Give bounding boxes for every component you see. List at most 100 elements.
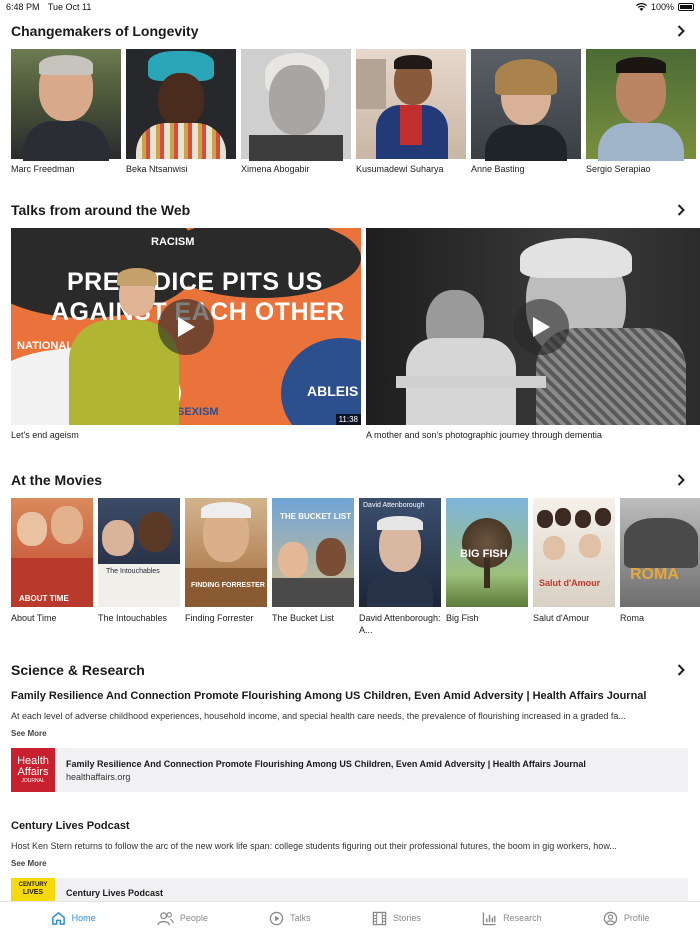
movie-title: The Bucket List: [272, 613, 335, 623]
movie-card[interactable]: David Attenborough David Attenborough: A…: [359, 498, 441, 636]
tab-stories[interactable]: Stories: [372, 911, 421, 926]
talk-title: Let's end ageism: [11, 430, 79, 440]
chevron-right-icon[interactable]: [673, 202, 689, 218]
talk-card[interactable]: 1 A mother and son's photographic journe…: [366, 228, 700, 440]
section-title-science: Science & Research: [11, 662, 145, 678]
movie-poster: FINDING FORRESTER: [185, 498, 267, 607]
person-photo: [471, 49, 581, 161]
movie-card[interactable]: THE BUCKET LIST The Bucket List: [272, 498, 354, 636]
person-card[interactable]: Ximena Abogabir: [241, 49, 351, 174]
movie-card[interactable]: Salut d'Amour Salut d'Amour: [533, 498, 615, 636]
battery-percent: 100%: [650, 2, 674, 12]
movie-poster: David Attenborough: [359, 498, 441, 607]
slide-text: PREJUDICE PITS US: [67, 268, 323, 296]
link-preview-card[interactable]: Health Affairs JOURNAL Family Resilience…: [11, 748, 688, 792]
movie-card[interactable]: FINDING FORRESTER Finding Forrester: [185, 498, 267, 636]
person-name: Kusumadewi Suharya: [356, 164, 444, 174]
movie-card[interactable]: ROMA Roma: [620, 498, 700, 636]
person-name: Beka Ntsanwisi: [126, 164, 188, 174]
poster-text: BIG FISH: [460, 548, 508, 560]
chevron-right-icon[interactable]: [673, 23, 689, 39]
status-bar: 6:48 PM Tue Oct 11 100%: [0, 0, 700, 14]
home-icon: [51, 911, 65, 925]
people-icon: [157, 911, 174, 925]
tab-talks[interactable]: Talks: [269, 911, 311, 926]
poster-text: THE BUCKET LIST: [280, 512, 352, 521]
person-photo: [241, 49, 351, 161]
person-card[interactable]: Anne Basting: [471, 49, 581, 174]
tab-people[interactable]: People: [157, 911, 208, 926]
article-description: Host Ken Stern returns to follow the arc…: [11, 841, 617, 851]
movie-card[interactable]: BIG FISH Big Fish: [446, 498, 528, 636]
movie-title: Big Fish: [446, 613, 479, 623]
battery-icon: [678, 3, 694, 11]
movie-title: Salut d'Amour: [533, 613, 590, 623]
poster-text: The Intouchables: [106, 568, 160, 575]
person-photo: [586, 49, 696, 161]
person-card[interactable]: Marc Freedman: [11, 49, 121, 174]
article-title[interactable]: Century Lives Podcast: [11, 820, 689, 832]
movie-poster: The Intouchables: [98, 498, 180, 607]
person-photo: [11, 49, 121, 161]
section-title-talks: Talks from around the Web: [11, 202, 191, 218]
person-card[interactable]: Kusumadewi Suharya: [356, 49, 466, 174]
talk-thumbnail: RACISM PREJUDICE PITS US AGAINST EACH OT…: [11, 228, 361, 425]
see-more-link[interactable]: See More: [11, 859, 689, 868]
person-name: Ximena Abogabir: [241, 164, 310, 174]
chevron-right-icon[interactable]: [673, 662, 689, 678]
chevron-right-icon[interactable]: [673, 472, 689, 488]
person-name: Anne Basting: [471, 164, 525, 174]
slide-text: NATIONAL: [17, 340, 74, 352]
tab-profile[interactable]: Profile: [603, 911, 650, 926]
poster-text: David Attenborough: [363, 502, 425, 509]
movie-poster: THE BUCKET LIST: [272, 498, 354, 607]
person-card[interactable]: Beka Ntsanwisi: [126, 49, 236, 174]
status-time: 6:48 PM: [6, 2, 40, 12]
play-icon[interactable]: [158, 298, 214, 355]
tab-label: Talks: [290, 913, 311, 923]
tab-bar: Home People Talks Stories Research Profi…: [0, 901, 700, 934]
talks-carousel[interactable]: RACISM PREJUDICE PITS US AGAINST EACH OT…: [0, 228, 700, 440]
movie-poster: ABOUT TIME: [11, 498, 93, 607]
talk-thumbnail: 1: [366, 228, 700, 425]
status-date: Tue Oct 11: [47, 2, 92, 12]
slide-text: ABLEIS: [307, 383, 359, 399]
article-title[interactable]: Family Resilience And Connection Promote…: [11, 690, 689, 702]
see-more-link[interactable]: See More: [11, 729, 689, 738]
people-carousel[interactable]: Marc Freedman Beka Ntsanwisi Ximena Abog…: [0, 49, 700, 174]
film-icon: [372, 911, 387, 925]
poster-text: ROMA: [630, 566, 679, 583]
tab-label: Stories: [392, 913, 421, 923]
science-section: Science & Research Family Resilience And…: [0, 662, 700, 922]
changemakers-section: Changemakers of Longevity Marc Freedman …: [0, 23, 700, 174]
tab-label: Profile: [623, 913, 650, 923]
health-affairs-logo: Health Affairs JOURNAL: [11, 748, 55, 792]
bar-chart-icon: [482, 911, 496, 925]
tab-home[interactable]: Home: [51, 911, 96, 926]
tab-research[interactable]: Research: [482, 911, 542, 926]
article-description: At each level of adverse childhood exper…: [11, 711, 626, 721]
movie-card[interactable]: The Intouchables The Intouchables: [98, 498, 180, 636]
link-url: healthaffairs.org: [66, 771, 131, 782]
person-photo: [356, 49, 466, 159]
movie-title: David Attenborough: A...: [359, 613, 441, 635]
person-name: Sergio Serapiao: [586, 164, 651, 174]
person-name: Marc Freedman: [11, 164, 75, 174]
poster-text: Salut d'Amour: [539, 578, 601, 588]
person-card[interactable]: Sergio Serapiao: [586, 49, 696, 174]
talk-duration: 11:38: [335, 414, 361, 425]
movies-carousel[interactable]: ABOUT TIME About Time The Intouchables T…: [0, 498, 700, 636]
person-photo: [126, 49, 236, 159]
article: Family Resilience And Connection Promote…: [0, 690, 700, 792]
profile-icon: [603, 911, 618, 925]
section-title-movies: At the Movies: [11, 472, 103, 488]
poster-text: FINDING FORRESTER: [191, 582, 265, 589]
talk-card[interactable]: RACISM PREJUDICE PITS US AGAINST EACH OT…: [11, 228, 361, 440]
play-icon[interactable]: [513, 298, 569, 355]
link-title: Century Lives Podcast: [66, 888, 164, 898]
movie-card[interactable]: ABOUT TIME About Time: [11, 498, 93, 636]
movie-poster: BIG FISH: [446, 498, 528, 607]
link-title: Family Resilience And Connection Promote…: [66, 758, 586, 769]
tab-label: Research: [503, 913, 542, 923]
movie-title: The Intouchables: [98, 613, 168, 623]
